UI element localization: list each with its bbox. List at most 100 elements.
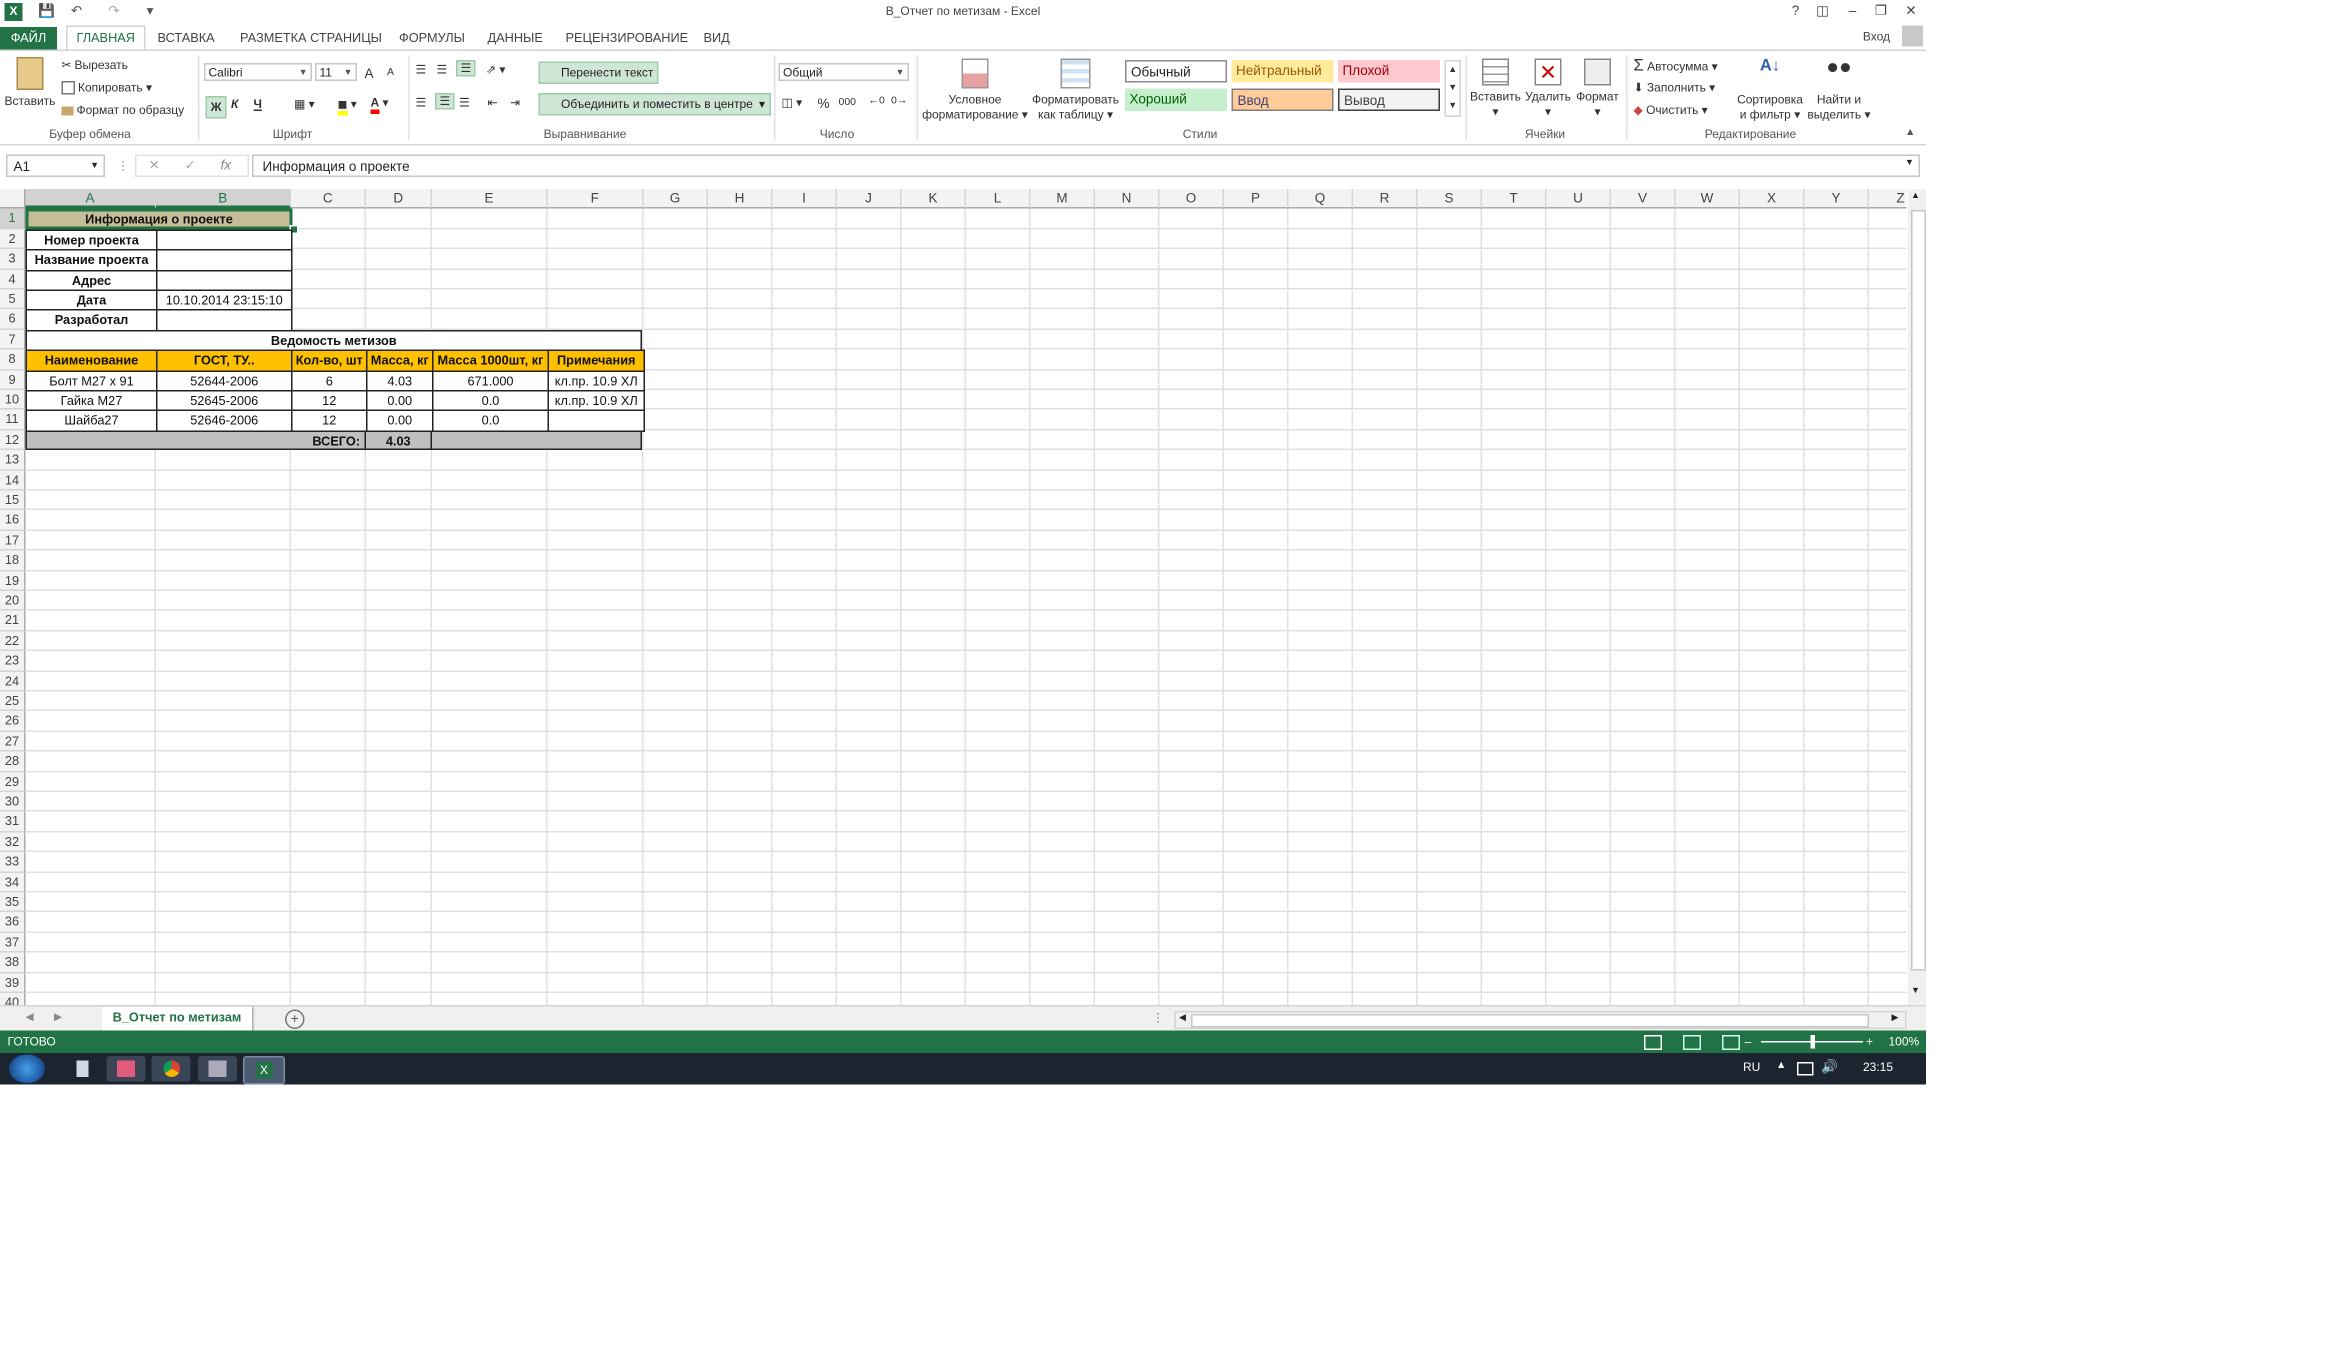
scroll-left-icon[interactable]: ◀ bbox=[1179, 1013, 1186, 1023]
info-label-cell[interactable]: Название проекта bbox=[25, 249, 158, 271]
new-sheet-icon[interactable]: + bbox=[285, 1009, 305, 1029]
align-left-icon[interactable]: ☰ bbox=[416, 96, 427, 110]
language-indicator[interactable]: RU bbox=[1743, 1061, 1760, 1075]
sign-in-link[interactable]: Вход bbox=[1863, 30, 1890, 44]
row-header-36[interactable]: 36 bbox=[0, 912, 26, 933]
cut-button[interactable]: ✂ Вырезать bbox=[62, 59, 128, 73]
percent-button[interactable]: % bbox=[818, 96, 830, 111]
row-header-10[interactable]: 10 bbox=[0, 390, 26, 411]
table-header-cell[interactable]: Примечания bbox=[547, 349, 645, 372]
start-button-icon[interactable] bbox=[9, 1054, 45, 1083]
page-break-view-icon[interactable] bbox=[1722, 1035, 1740, 1050]
row-header-38[interactable]: 38 bbox=[0, 952, 26, 973]
orientation-icon[interactable]: ⇗ ▾ bbox=[486, 63, 505, 77]
copy-button[interactable]: Копировать ▾ bbox=[61, 81, 152, 96]
find-select-button[interactable]: ●● Найти и выделить ▾ bbox=[1805, 56, 1874, 124]
total-label-cell[interactable]: ВСЕГО: bbox=[25, 430, 366, 451]
tab-file[interactable]: ФАЙЛ bbox=[0, 27, 57, 50]
table-cell[interactable]: Шайба27 bbox=[25, 410, 158, 432]
column-header-k[interactable]: K bbox=[901, 189, 966, 210]
column-header-o[interactable]: O bbox=[1159, 189, 1224, 210]
column-header-t[interactable]: T bbox=[1482, 189, 1547, 210]
column-header-y[interactable]: Y bbox=[1804, 189, 1869, 210]
expand-formula-icon[interactable]: ▼ bbox=[1905, 159, 1914, 168]
table-title-cell[interactable]: Ведомость метизов bbox=[25, 329, 642, 350]
column-header-j[interactable]: J bbox=[837, 189, 902, 210]
column-header-z[interactable]: Z bbox=[1869, 189, 1907, 210]
column-header-b[interactable]: B bbox=[156, 189, 291, 210]
taskbar-app-icon[interactable] bbox=[106, 1056, 146, 1082]
column-header-w[interactable]: W bbox=[1675, 189, 1740, 210]
prev-sheet-icon[interactable]: ◀ bbox=[26, 1011, 34, 1024]
avatar[interactable] bbox=[1902, 25, 1923, 47]
format-as-table-button[interactable]: Форматировать как таблицу ▾ bbox=[1029, 58, 1122, 124]
column-header-l[interactable]: L bbox=[966, 189, 1031, 210]
paste-button[interactable]: Вставить bbox=[5, 57, 56, 110]
table-cell[interactable]: 12 bbox=[291, 390, 368, 412]
zoom-in-icon[interactable]: + bbox=[1866, 1031, 1873, 1054]
merge-center-button[interactable]: Объединить и поместить в центре ▾ bbox=[538, 93, 771, 116]
row-header-14[interactable]: 14 bbox=[0, 470, 26, 491]
decrease-indent-icon[interactable]: ⇤ bbox=[488, 96, 498, 110]
align-center-icon[interactable]: ☰ bbox=[435, 93, 455, 110]
table-header-cell[interactable]: Масса 1000шт, кг bbox=[432, 349, 549, 372]
collapse-ribbon-icon[interactable]: ▲ bbox=[1905, 128, 1915, 139]
column-header-q[interactable]: Q bbox=[1288, 189, 1353, 210]
table-cell[interactable]: 52645-2006 bbox=[156, 390, 293, 412]
hscroll-thumb[interactable] bbox=[1191, 1014, 1869, 1028]
column-header-u[interactable]: U bbox=[1546, 189, 1611, 210]
table-cell[interactable] bbox=[547, 410, 645, 432]
row-header-9[interactable]: 9 bbox=[0, 369, 26, 390]
spreadsheet-grid[interactable]: ABCDEFGHIJKLMNOPQRSTUVWXYZ 1 2 3 4 5 6 7 8 9 10 11… bbox=[0, 189, 1907, 1005]
row-header-12[interactable]: 12 bbox=[0, 430, 26, 451]
scroll-up-icon[interactable]: ▲ bbox=[1911, 192, 1920, 201]
shrink-font-button[interactable]: A bbox=[387, 68, 394, 79]
row-header-37[interactable]: 37 bbox=[0, 932, 26, 953]
format-cells-button[interactable]: Формат ▾ bbox=[1574, 58, 1622, 121]
tab-data[interactable]: ДАННЫЕ bbox=[488, 27, 543, 50]
thousands-button[interactable]: 000 bbox=[839, 98, 857, 109]
table-cell[interactable]: кл.пр. 10.9 ХЛ bbox=[547, 369, 645, 392]
column-header-a[interactable]: A bbox=[25, 189, 156, 210]
column-header-i[interactable]: I bbox=[772, 189, 837, 210]
table-cell[interactable]: 0.0 bbox=[432, 390, 549, 412]
info-label-cell[interactable]: Разработал bbox=[25, 309, 158, 332]
taskbar-excel-icon[interactable]: X bbox=[243, 1056, 285, 1085]
row-header-40[interactable]: 40 bbox=[0, 993, 26, 1005]
row-header-29[interactable]: 29 bbox=[0, 771, 26, 792]
increase-decimal-icon[interactable]: ←0 bbox=[869, 96, 885, 107]
table-header-cell[interactable]: Масса, кг bbox=[366, 349, 434, 372]
row-header-7[interactable]: 7 bbox=[0, 329, 26, 350]
column-header-r[interactable]: R bbox=[1353, 189, 1418, 210]
row-header-35[interactable]: 35 bbox=[0, 892, 26, 913]
table-cell[interactable]: 0.00 bbox=[366, 390, 434, 412]
total-value-cell[interactable]: 4.03 bbox=[364, 430, 432, 451]
info-title-cell[interactable]: Информация о проекте bbox=[25, 209, 293, 230]
column-header-x[interactable]: X bbox=[1740, 189, 1805, 210]
column-header-n[interactable]: N bbox=[1095, 189, 1160, 210]
info-label-cell[interactable]: Адрес bbox=[25, 269, 158, 291]
insert-function-button[interactable]: fx bbox=[221, 158, 232, 173]
table-header-cell[interactable]: Кол-во, шт bbox=[291, 349, 368, 372]
row-header-27[interactable]: 27 bbox=[0, 731, 26, 752]
row-header-4[interactable]: 4 bbox=[0, 269, 26, 290]
conditional-formatting-button[interactable]: Условное форматирование ▾ bbox=[920, 58, 1031, 124]
row-header-25[interactable]: 25 bbox=[0, 691, 26, 712]
sort-filter-button[interactable]: A↓ Сортировка и фильтр ▾ bbox=[1733, 58, 1808, 124]
table-header-cell[interactable]: Наименование bbox=[25, 349, 158, 372]
style-normal[interactable]: Обычный bbox=[1125, 60, 1227, 83]
row-header-28[interactable]: 28 bbox=[0, 751, 26, 772]
vertical-scrollbar[interactable]: ▲ ▼ bbox=[1908, 189, 1926, 1005]
row-header-31[interactable]: 31 bbox=[0, 812, 26, 833]
scroll-down-icon[interactable]: ▼ bbox=[1911, 987, 1920, 996]
tab-formulas[interactable]: ФОРМУЛЫ bbox=[399, 27, 465, 50]
fill-color-icon[interactable]: ◼ ▾ bbox=[337, 97, 357, 116]
clear-button[interactable]: ◆ Очистить ▾ bbox=[1634, 104, 1708, 118]
row-header-23[interactable]: 23 bbox=[0, 651, 26, 672]
info-value-cell[interactable]: 10.10.2014 23:15:10 bbox=[156, 289, 293, 312]
clock[interactable]: 23:15 bbox=[1863, 1061, 1893, 1075]
increase-indent-icon[interactable]: ⇥ bbox=[510, 96, 520, 110]
row-header-33[interactable]: 33 bbox=[0, 852, 26, 873]
delete-cells-button[interactable]: ✕ Удалить ▾ bbox=[1523, 58, 1574, 121]
style-bad[interactable]: Плохой bbox=[1338, 60, 1440, 83]
